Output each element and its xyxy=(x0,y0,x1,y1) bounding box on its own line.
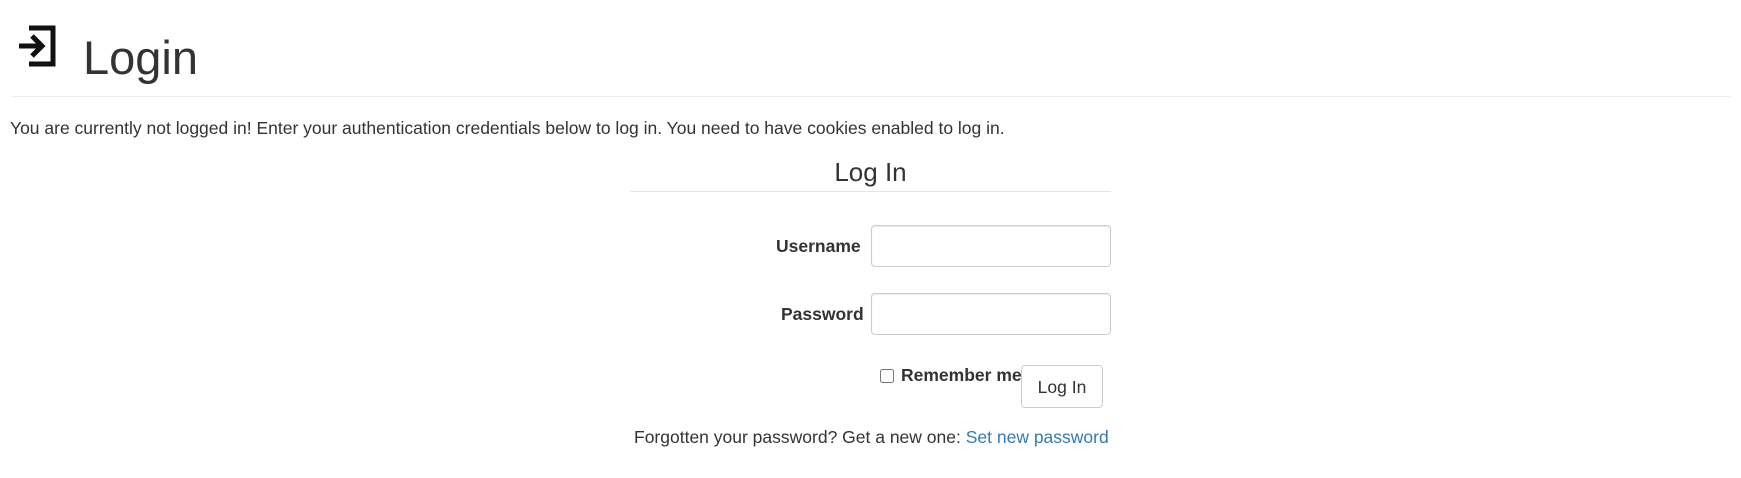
login-icon xyxy=(19,25,56,67)
username-label: Username xyxy=(776,236,861,256)
password-label: Password xyxy=(781,304,864,324)
page-title: Login xyxy=(83,31,198,84)
set-new-password-link[interactable]: Set new password xyxy=(966,427,1109,447)
login-form-legend: Log In xyxy=(630,155,1111,192)
username-field[interactable] xyxy=(871,225,1111,267)
page-header: Login xyxy=(11,0,1731,97)
remember-me-label[interactable]: Remember me xyxy=(901,364,1022,386)
intro-message: You are currently not logged in! Enter y… xyxy=(10,118,1005,138)
forgot-password-row: Forgotten your password? Get a new one: … xyxy=(634,426,1109,448)
login-button[interactable]: Log In xyxy=(1021,365,1103,408)
password-field[interactable] xyxy=(871,293,1111,335)
forgot-password-text: Forgotten your password? Get a new one: xyxy=(634,427,966,447)
remember-me-checkbox[interactable] xyxy=(880,369,894,383)
